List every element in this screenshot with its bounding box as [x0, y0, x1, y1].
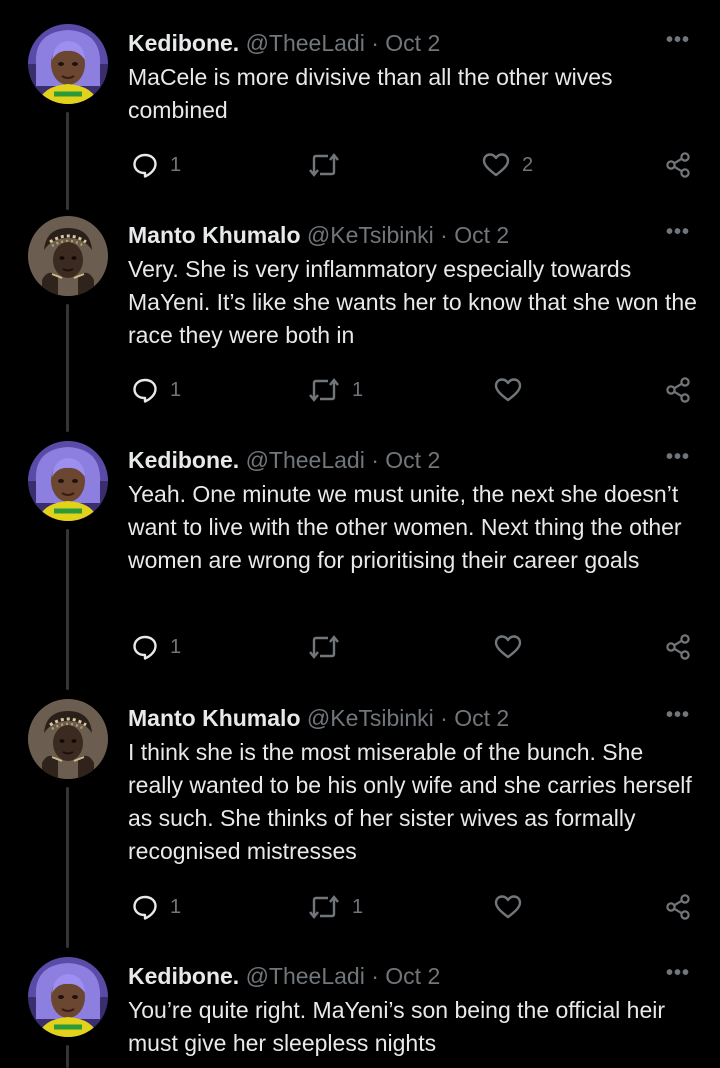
- share-icon: [664, 893, 692, 921]
- share-icon: [664, 633, 692, 661]
- tweet-text: You’re quite right. MaYeni’s son being t…: [128, 997, 666, 1056]
- display-name[interactable]: Kedibone.: [128, 30, 239, 56]
- tweet-actions: 1: [0, 630, 720, 664]
- like-icon: [494, 894, 522, 920]
- separator: ·: [433, 705, 455, 731]
- display-name[interactable]: Manto Khumalo: [128, 705, 301, 731]
- avatar[interactable]: [28, 24, 108, 104]
- like-icon: [494, 634, 522, 660]
- display-name[interactable]: Kedibone.: [128, 963, 239, 989]
- like-button[interactable]: [494, 630, 522, 664]
- tweet-header: Manto Khumalo @KeTsibinki · Oct 2: [128, 703, 650, 733]
- share-button[interactable]: [664, 630, 692, 664]
- reply-button[interactable]: 1: [132, 148, 181, 182]
- reply-count: 1: [170, 378, 182, 401]
- reply-icon: [132, 152, 158, 178]
- retweet-icon: [308, 894, 340, 920]
- separator: ·: [364, 447, 386, 473]
- tweet-actions: 12: [0, 148, 720, 182]
- more-icon[interactable]: •••: [666, 705, 690, 725]
- user-handle[interactable]: @TheeLadi: [246, 447, 365, 473]
- tweet-date[interactable]: Oct 2: [385, 963, 440, 989]
- thread-line: [66, 529, 69, 690]
- more-icon[interactable]: •••: [666, 963, 690, 983]
- more-icon[interactable]: •••: [666, 222, 690, 242]
- tweet-text: I think she is the most miserable of the…: [128, 739, 692, 864]
- reply-button[interactable]: 1: [132, 630, 181, 664]
- reply-icon: [132, 634, 158, 660]
- more-icon[interactable]: •••: [666, 447, 690, 467]
- tweet-actions: 11: [0, 373, 720, 407]
- reply-button[interactable]: 1: [132, 890, 181, 924]
- retweet-button[interactable]: 1: [308, 373, 363, 407]
- retweet-icon: [308, 152, 340, 178]
- tweet[interactable]: Kedibone. @TheeLadi · Oct 2 ••• You’re qui…: [0, 957, 720, 1068]
- tweet-header: Kedibone. @TheeLadi · Oct 2: [128, 28, 650, 58]
- like-icon: [494, 377, 522, 403]
- reply-count: 1: [170, 895, 182, 918]
- tweet-header: Kedibone. @TheeLadi · Oct 2: [128, 445, 650, 475]
- retweet-button[interactable]: 1: [308, 890, 363, 924]
- share-icon: [664, 376, 692, 404]
- tweet-text: Yeah. One minute we must unite, the next…: [128, 481, 682, 573]
- retweet-count: 1: [352, 895, 364, 918]
- share-button[interactable]: [664, 373, 692, 407]
- tweet-header: Manto Khumalo @KeTsibinki · Oct 2: [128, 220, 650, 250]
- retweet-icon: [308, 377, 340, 403]
- tweet[interactable]: Manto Khumalo @KeTsibinki · Oct 2 ••• I th…: [0, 699, 720, 957]
- user-handle[interactable]: @KeTsibinki: [307, 222, 434, 248]
- tweet[interactable]: Kedibone. @TheeLadi · Oct 2 ••• Yeah. One …: [0, 441, 720, 699]
- tweet[interactable]: Manto Khumalo @KeTsibinki · Oct 2 ••• Very…: [0, 216, 720, 441]
- tweet-text: MaCele is more divisive than all the oth…: [128, 64, 613, 123]
- display-name[interactable]: Manto Khumalo: [128, 222, 301, 248]
- like-button[interactable]: [494, 890, 522, 924]
- tweet-text: Very. She is very inflammatory especiall…: [128, 256, 697, 348]
- tweet-actions: 11: [0, 890, 720, 924]
- share-button[interactable]: [664, 890, 692, 924]
- display-name[interactable]: Kedibone.: [128, 447, 239, 473]
- separator: ·: [364, 30, 386, 56]
- reply-count: 1: [170, 635, 182, 658]
- tweet-header: Kedibone. @TheeLadi · Oct 2: [128, 961, 650, 991]
- avatar[interactable]: [28, 216, 108, 296]
- avatar[interactable]: [28, 699, 108, 779]
- tweet-date[interactable]: Oct 2: [385, 30, 440, 56]
- tweet-date[interactable]: Oct 2: [454, 705, 509, 731]
- user-handle[interactable]: @TheeLadi: [246, 963, 365, 989]
- more-icon[interactable]: •••: [666, 30, 690, 50]
- user-handle[interactable]: @KeTsibinki: [307, 705, 434, 731]
- reply-button[interactable]: 1: [132, 373, 181, 407]
- reply-count: 1: [170, 153, 182, 176]
- reply-icon: [132, 894, 158, 920]
- avatar[interactable]: [28, 441, 108, 521]
- thread-line: [66, 304, 69, 432]
- thread-line: [66, 1045, 69, 1068]
- user-handle[interactable]: @TheeLadi: [246, 30, 365, 56]
- like-button[interactable]: [494, 373, 522, 407]
- tweet-date[interactable]: Oct 2: [454, 222, 509, 248]
- like-count: 2: [522, 153, 534, 176]
- avatar[interactable]: [28, 957, 108, 1037]
- separator: ·: [364, 963, 386, 989]
- share-icon: [664, 151, 692, 179]
- tweet-date[interactable]: Oct 2: [385, 447, 440, 473]
- reply-icon: [132, 377, 158, 403]
- retweet-button[interactable]: [308, 148, 340, 182]
- separator: ·: [433, 222, 455, 248]
- retweet-button[interactable]: [308, 630, 340, 664]
- tweet[interactable]: Kedibone. @TheeLadi · Oct 2 ••• MaCele is …: [0, 24, 720, 216]
- like-button[interactable]: 2: [482, 148, 533, 182]
- share-button[interactable]: [664, 148, 692, 182]
- retweet-icon: [308, 634, 340, 660]
- retweet-count: 1: [352, 378, 364, 401]
- like-icon: [482, 152, 510, 178]
